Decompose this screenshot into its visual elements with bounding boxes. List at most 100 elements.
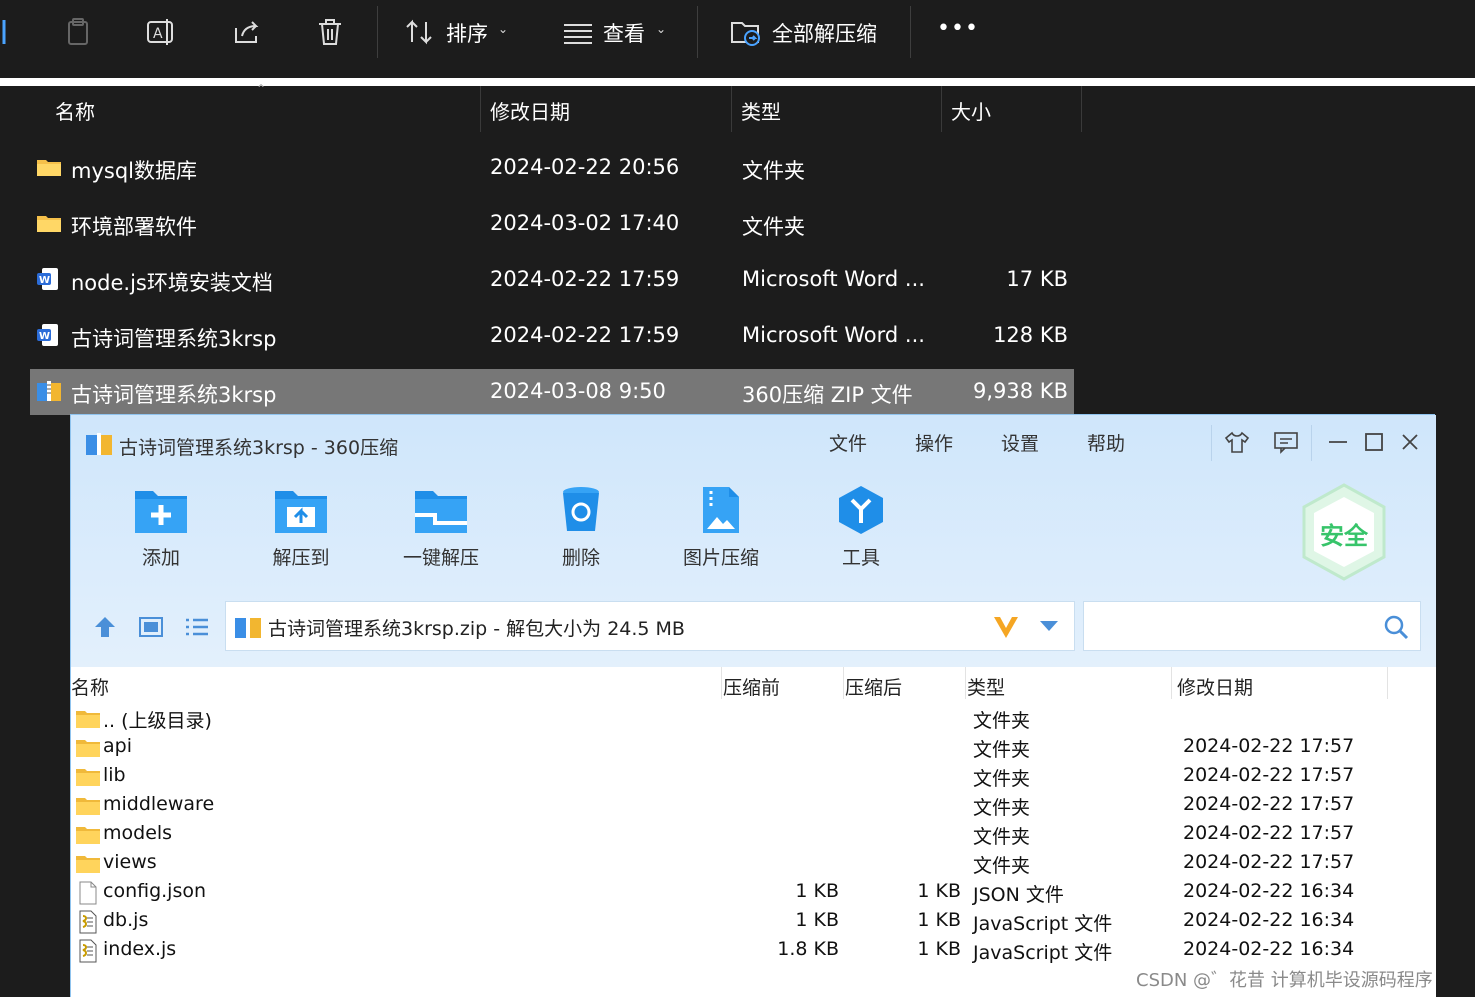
tools-button[interactable]: 工具: [806, 485, 916, 570]
file-name: 古诗词管理系统3krsp: [71, 327, 277, 351]
file-row[interactable]: W 古诗词管理系统3krsp 2024-02-22 17:59 Microsof…: [30, 313, 1074, 359]
file-name: node.js环境安装文档: [71, 271, 273, 295]
entry-modified: 2024-02-22 17:57: [1183, 793, 1355, 815]
window-title: 古诗词管理系统3krsp - 360压缩: [119, 437, 399, 459]
zip-window: 古诗词管理系统3krsp - 360压缩 文件 操作 设置 帮助 添加 解压到 …: [70, 414, 1436, 997]
file-row[interactable]: 环境部署软件 2024-03-02 17:40 文件夹: [30, 201, 1074, 247]
archive-row[interactable]: config.json 1 KB 1 KB JSON 文件 2024-02-22…: [71, 879, 1436, 908]
security-badge[interactable]: 安全: [1301, 483, 1387, 581]
file-row[interactable]: mysql数据库 2024-02-22 20:56 文件夹: [30, 145, 1074, 191]
menu-operate[interactable]: 操作: [915, 429, 953, 456]
column-header-name[interactable]: 名称: [55, 96, 95, 125]
up-arrow-icon[interactable]: [91, 613, 119, 641]
delete-icon[interactable]: [312, 14, 348, 50]
column-divider[interactable]: [941, 86, 942, 132]
column-divider[interactable]: [1081, 86, 1082, 132]
column-header-modified[interactable]: 修改日期: [1177, 673, 1253, 700]
extract-folder-icon[interactable]: [728, 14, 764, 50]
thumbnail-view-icon[interactable]: [137, 613, 165, 641]
v-logo-icon[interactable]: [992, 614, 1020, 640]
column-divider[interactable]: [1387, 667, 1388, 699]
menu-help[interactable]: 帮助: [1087, 429, 1125, 456]
column-header-modified[interactable]: 修改日期: [490, 96, 570, 125]
toolbar-separator: [697, 6, 698, 58]
toolbar-separator: [910, 6, 911, 58]
rename-icon[interactable]: A: [143, 14, 179, 50]
archive-row[interactable]: views 文件夹 2024-02-22 17:57: [71, 850, 1436, 879]
minimize-icon[interactable]: [1325, 429, 1351, 455]
image-compress-label: 图片压缩: [682, 547, 759, 569]
entry-type: 文件夹: [973, 855, 1031, 877]
svg-text:W: W: [39, 275, 50, 286]
add-button[interactable]: 添加: [106, 485, 216, 570]
cut-icon[interactable]: [0, 14, 22, 50]
watermark-text: CSDN @゛花昔 计算机毕设源码程序: [1136, 970, 1433, 991]
extract-to-button[interactable]: 解压到: [246, 485, 356, 570]
extract-all-button[interactable]: 全部解压缩: [772, 18, 877, 48]
menu-file[interactable]: 文件: [829, 429, 867, 456]
address-path: 古诗词管理系统3krsp.zip - 解包大小为 24.5 MB: [268, 618, 685, 640]
entry-name: views: [103, 851, 157, 873]
archive-row[interactable]: index.js 1.8 KB 1 KB JavaScript 文件 2024-…: [71, 937, 1436, 966]
file-modified: 2024-02-22 20:56: [490, 155, 680, 179]
search-icon[interactable]: [1382, 613, 1410, 641]
archive-row[interactable]: middleware 文件夹 2024-02-22 17:57: [71, 792, 1436, 821]
column-divider[interactable]: [480, 86, 481, 132]
delete-label: 删除: [561, 547, 600, 569]
archive-row[interactable]: db.js 1 KB 1 KB JavaScript 文件 2024-02-22…: [71, 908, 1436, 937]
search-input[interactable]: [1083, 601, 1421, 651]
tools-label: 工具: [841, 547, 880, 569]
column-header-size[interactable]: 大小: [951, 96, 991, 125]
archive-row[interactable]: models 文件夹 2024-02-22 17:57: [71, 821, 1436, 850]
word-doc-icon: W: [37, 268, 58, 290]
column-divider[interactable]: [721, 667, 722, 699]
sort-icon[interactable]: [402, 14, 438, 50]
dropdown-arrow-icon[interactable]: [1038, 618, 1060, 634]
zip-archive-icon: [37, 381, 61, 401]
one-click-extract-button[interactable]: 一键解压: [386, 485, 496, 570]
feedback-icon[interactable]: [1273, 429, 1299, 455]
address-bar[interactable]: 古诗词管理系统3krsp.zip - 解包大小为 24.5 MB: [225, 601, 1075, 651]
entry-modified: 2024-02-22 17:57: [1183, 764, 1355, 786]
entry-modified: 2024-02-22 16:34: [1183, 909, 1355, 931]
file-row[interactable]: W node.js环境安装文档 2024-02-22 17:59 Microso…: [30, 257, 1074, 303]
file-row-selected[interactable]: 古诗词管理系统3krsp 2024-03-08 9:50 360压缩 ZIP 文…: [30, 369, 1074, 415]
more-options-button[interactable]: •••: [937, 16, 979, 41]
image-compress-button[interactable]: 图片压缩: [666, 485, 776, 570]
column-header-type[interactable]: 类型: [741, 96, 781, 125]
column-header-name[interactable]: 名称: [71, 673, 109, 700]
column-header-before[interactable]: 压缩前: [723, 673, 780, 700]
column-header-type[interactable]: 类型: [967, 673, 1005, 700]
extract-to-folder-icon: [275, 491, 327, 533]
skin-tshirt-icon[interactable]: [1224, 429, 1250, 455]
maximize-icon[interactable]: [1361, 429, 1387, 455]
entry-name: config.json: [103, 880, 207, 902]
view-icon[interactable]: [560, 14, 596, 50]
column-divider[interactable]: [1171, 667, 1172, 699]
chevron-down-icon: ⌄: [656, 22, 667, 36]
security-label: 安全: [1320, 522, 1368, 550]
archive-row[interactable]: lib 文件夹 2024-02-22 17:57: [71, 763, 1436, 792]
share-icon[interactable]: [228, 14, 264, 50]
one-click-label: 一键解压: [402, 547, 479, 569]
column-divider[interactable]: [731, 86, 732, 132]
archive-row[interactable]: api 文件夹 2024-02-22 17:57: [71, 734, 1436, 763]
column-header-after[interactable]: 压缩后: [845, 673, 902, 700]
archive-row[interactable]: .. (上级目录) 文件夹: [71, 705, 1436, 734]
view-button[interactable]: 查看: [603, 18, 645, 48]
zip-app-icon: [86, 433, 112, 455]
column-divider[interactable]: [965, 667, 966, 699]
entry-name: api: [103, 735, 132, 757]
list-view-icon[interactable]: [183, 613, 211, 641]
folder-icon: [76, 711, 100, 728]
close-icon[interactable]: [1397, 429, 1423, 455]
entry-name: lib: [103, 764, 126, 786]
folder-icon: [76, 798, 100, 815]
folder-icon: [76, 769, 100, 786]
menu-settings[interactable]: 设置: [1001, 429, 1039, 456]
sort-button[interactable]: 排序: [446, 18, 488, 48]
paste-icon[interactable]: [60, 14, 96, 50]
delete-button[interactable]: 删除: [526, 485, 636, 570]
folder-icon: [76, 740, 100, 757]
column-divider[interactable]: [843, 667, 844, 699]
